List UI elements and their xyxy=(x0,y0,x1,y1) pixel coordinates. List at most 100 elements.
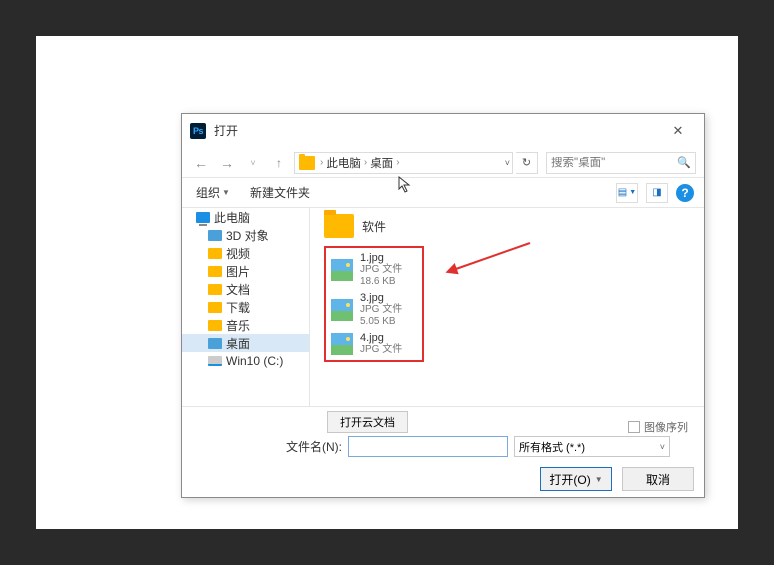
sidebar-item-docs[interactable]: 文档 xyxy=(182,280,309,298)
folder-icon xyxy=(208,248,222,259)
file-size: 5.05 KB xyxy=(360,316,402,328)
folder-icon xyxy=(208,302,222,313)
sidebar-item-desktop[interactable]: 桌面 xyxy=(182,334,309,352)
main-area: 此电脑 3D 对象 视频 图片 文档 下载 音乐 桌面 Win10 (C:) 软… xyxy=(182,208,704,406)
organize-label: 组织 xyxy=(196,184,220,201)
sidebar-label: 此电脑 xyxy=(214,209,250,226)
sidebar-item-pictures[interactable]: 图片 xyxy=(182,262,309,280)
sidebar-item-video[interactable]: 视频 xyxy=(182,244,309,262)
crumb-desktop[interactable]: 桌面 xyxy=(370,155,393,171)
sidebar: 此电脑 3D 对象 视频 图片 文档 下载 音乐 桌面 Win10 (C:) xyxy=(182,208,310,406)
format-label: 所有格式 (*.*) xyxy=(519,439,585,455)
crumb-sep-icon: › xyxy=(364,157,367,168)
refresh-icon[interactable]: ↻ xyxy=(516,152,538,174)
open-dialog: Ps 打开 ✕ ← → ˅ ↑ › 此电脑 › 桌面 › ˅ ↻ 🔍 xyxy=(181,113,705,498)
list-item[interactable]: 3.jpg JPG 文件 5.05 KB xyxy=(330,290,418,330)
organize-button[interactable]: 组织 ▼ xyxy=(192,182,234,203)
address-bar[interactable]: › 此电脑 › 桌面 › ˅ xyxy=(294,152,513,174)
open-button[interactable]: 打开(O) ▼ xyxy=(540,467,612,491)
sidebar-item-3d[interactable]: 3D 对象 xyxy=(182,226,309,244)
cancel-button[interactable]: 取消 xyxy=(622,467,694,491)
file-type: JPG 文件 xyxy=(360,344,402,356)
help-icon[interactable]: ? xyxy=(676,184,694,202)
titlebar: Ps 打开 ✕ xyxy=(182,114,704,148)
chevron-down-icon: ˅ xyxy=(660,442,665,452)
list-item[interactable]: 4.jpg JPG 文件 xyxy=(330,330,418,358)
folder-icon xyxy=(208,266,222,277)
image-sequence-row[interactable]: 图像序列 xyxy=(628,419,688,435)
preview-pane-icon[interactable]: ◨ xyxy=(646,183,668,203)
file-type: JPG 文件 xyxy=(360,264,402,276)
search-box[interactable]: 🔍 xyxy=(546,152,696,174)
button-row: 打开(O) ▼ 取消 xyxy=(192,467,694,491)
recent-chevron-icon[interactable]: ˅ xyxy=(242,152,264,174)
sidebar-label: 3D 对象 xyxy=(226,227,269,244)
sidebar-item-drive-c[interactable]: Win10 (C:) xyxy=(182,352,309,370)
file-name: 1.jpg xyxy=(360,252,402,264)
page-bg: Ps 打开 ✕ ← → ˅ ↑ › 此电脑 › 桌面 › ˅ ↻ 🔍 xyxy=(36,36,738,529)
view-options-icon[interactable]: ▤▼ xyxy=(616,183,638,203)
dialog-title: 打开 xyxy=(214,122,656,139)
crumb-sep-icon: › xyxy=(396,157,399,168)
photoshop-icon: Ps xyxy=(190,123,206,139)
file-meta: 4.jpg JPG 文件 xyxy=(360,332,402,356)
new-folder-button[interactable]: 新建文件夹 xyxy=(250,184,310,201)
pc-icon xyxy=(196,212,210,223)
highlight-box: 1.jpg JPG 文件 18.6 KB 3.jpg JPG 文件 5.05 K… xyxy=(324,246,424,362)
file-meta: 1.jpg JPG 文件 18.6 KB xyxy=(360,252,402,288)
sidebar-item-music[interactable]: 音乐 xyxy=(182,316,309,334)
toolbar: 组织 ▼ 新建文件夹 ▤▼ ◨ ? xyxy=(182,178,704,208)
sidebar-label: 下载 xyxy=(226,299,250,316)
sidebar-label: 视频 xyxy=(226,245,250,262)
address-row: ← → ˅ ↑ › 此电脑 › 桌面 › ˅ ↻ 🔍 xyxy=(182,148,704,178)
format-select[interactable]: 所有格式 (*.*) ˅ xyxy=(514,436,670,457)
image-file-icon xyxy=(330,298,354,322)
sidebar-item-pc[interactable]: 此电脑 xyxy=(182,208,309,226)
folder-icon xyxy=(299,156,315,170)
sidebar-item-downloads[interactable]: 下载 xyxy=(182,298,309,316)
sidebar-label: 图片 xyxy=(226,263,250,280)
footer: 文件名(N): 所有格式 (*.*) ˅ 打开(O) ▼ 取消 xyxy=(182,436,704,491)
nav-up-icon[interactable]: ↑ xyxy=(268,152,290,174)
file-meta: 3.jpg JPG 文件 5.05 KB xyxy=(360,292,402,328)
list-item[interactable]: 软件 xyxy=(324,214,704,238)
file-name: 4.jpg xyxy=(360,332,402,344)
search-icon[interactable]: 🔍 xyxy=(677,156,691,169)
image-file-icon xyxy=(330,258,354,282)
file-name: 3.jpg xyxy=(360,292,402,304)
list-item[interactable]: 1.jpg JPG 文件 18.6 KB xyxy=(330,250,418,290)
chevron-down-icon: ▼ xyxy=(222,188,230,197)
sidebar-label: 音乐 xyxy=(226,317,250,334)
folder-icon xyxy=(208,320,222,331)
open-label: 打开(O) xyxy=(549,471,590,488)
filename-row: 文件名(N): 所有格式 (*.*) ˅ xyxy=(192,436,694,457)
crumb-pc[interactable]: 此电脑 xyxy=(326,155,361,171)
close-button[interactable]: ✕ xyxy=(656,117,700,145)
filename-label: 文件名(N): xyxy=(286,438,342,455)
nav-forward-icon[interactable]: → xyxy=(216,152,238,174)
drive-icon xyxy=(208,356,222,366)
image-sequence-label: 图像序列 xyxy=(644,419,688,435)
image-file-icon xyxy=(330,332,354,356)
addr-chevron-icon[interactable]: ˅ xyxy=(505,158,510,168)
folder-icon xyxy=(208,338,222,349)
sidebar-label: 文档 xyxy=(226,281,250,298)
sidebar-label: 桌面 xyxy=(226,335,250,352)
folder-label: 软件 xyxy=(362,218,386,235)
folder-icon xyxy=(208,284,222,295)
folder-icon xyxy=(324,214,354,238)
cloud-row: 打开云文档 xyxy=(182,406,704,437)
nav-back-icon[interactable]: ← xyxy=(190,152,212,174)
crumb-sep-icon: › xyxy=(320,157,323,168)
file-size: 18.6 KB xyxy=(360,276,402,288)
image-sequence-checkbox[interactable] xyxy=(628,421,640,433)
chevron-down-icon: ▼ xyxy=(595,475,603,484)
search-input[interactable] xyxy=(551,157,677,169)
open-cloud-button[interactable]: 打开云文档 xyxy=(327,411,408,433)
folder-icon xyxy=(208,230,222,241)
file-pane[interactable]: 软件 1.jpg JPG 文件 18.6 KB 3.jp xyxy=(310,208,704,406)
annotation-arrow-icon xyxy=(445,238,535,278)
filename-input[interactable] xyxy=(348,436,508,457)
sidebar-label: Win10 (C:) xyxy=(226,354,283,368)
file-type: JPG 文件 xyxy=(360,304,402,316)
